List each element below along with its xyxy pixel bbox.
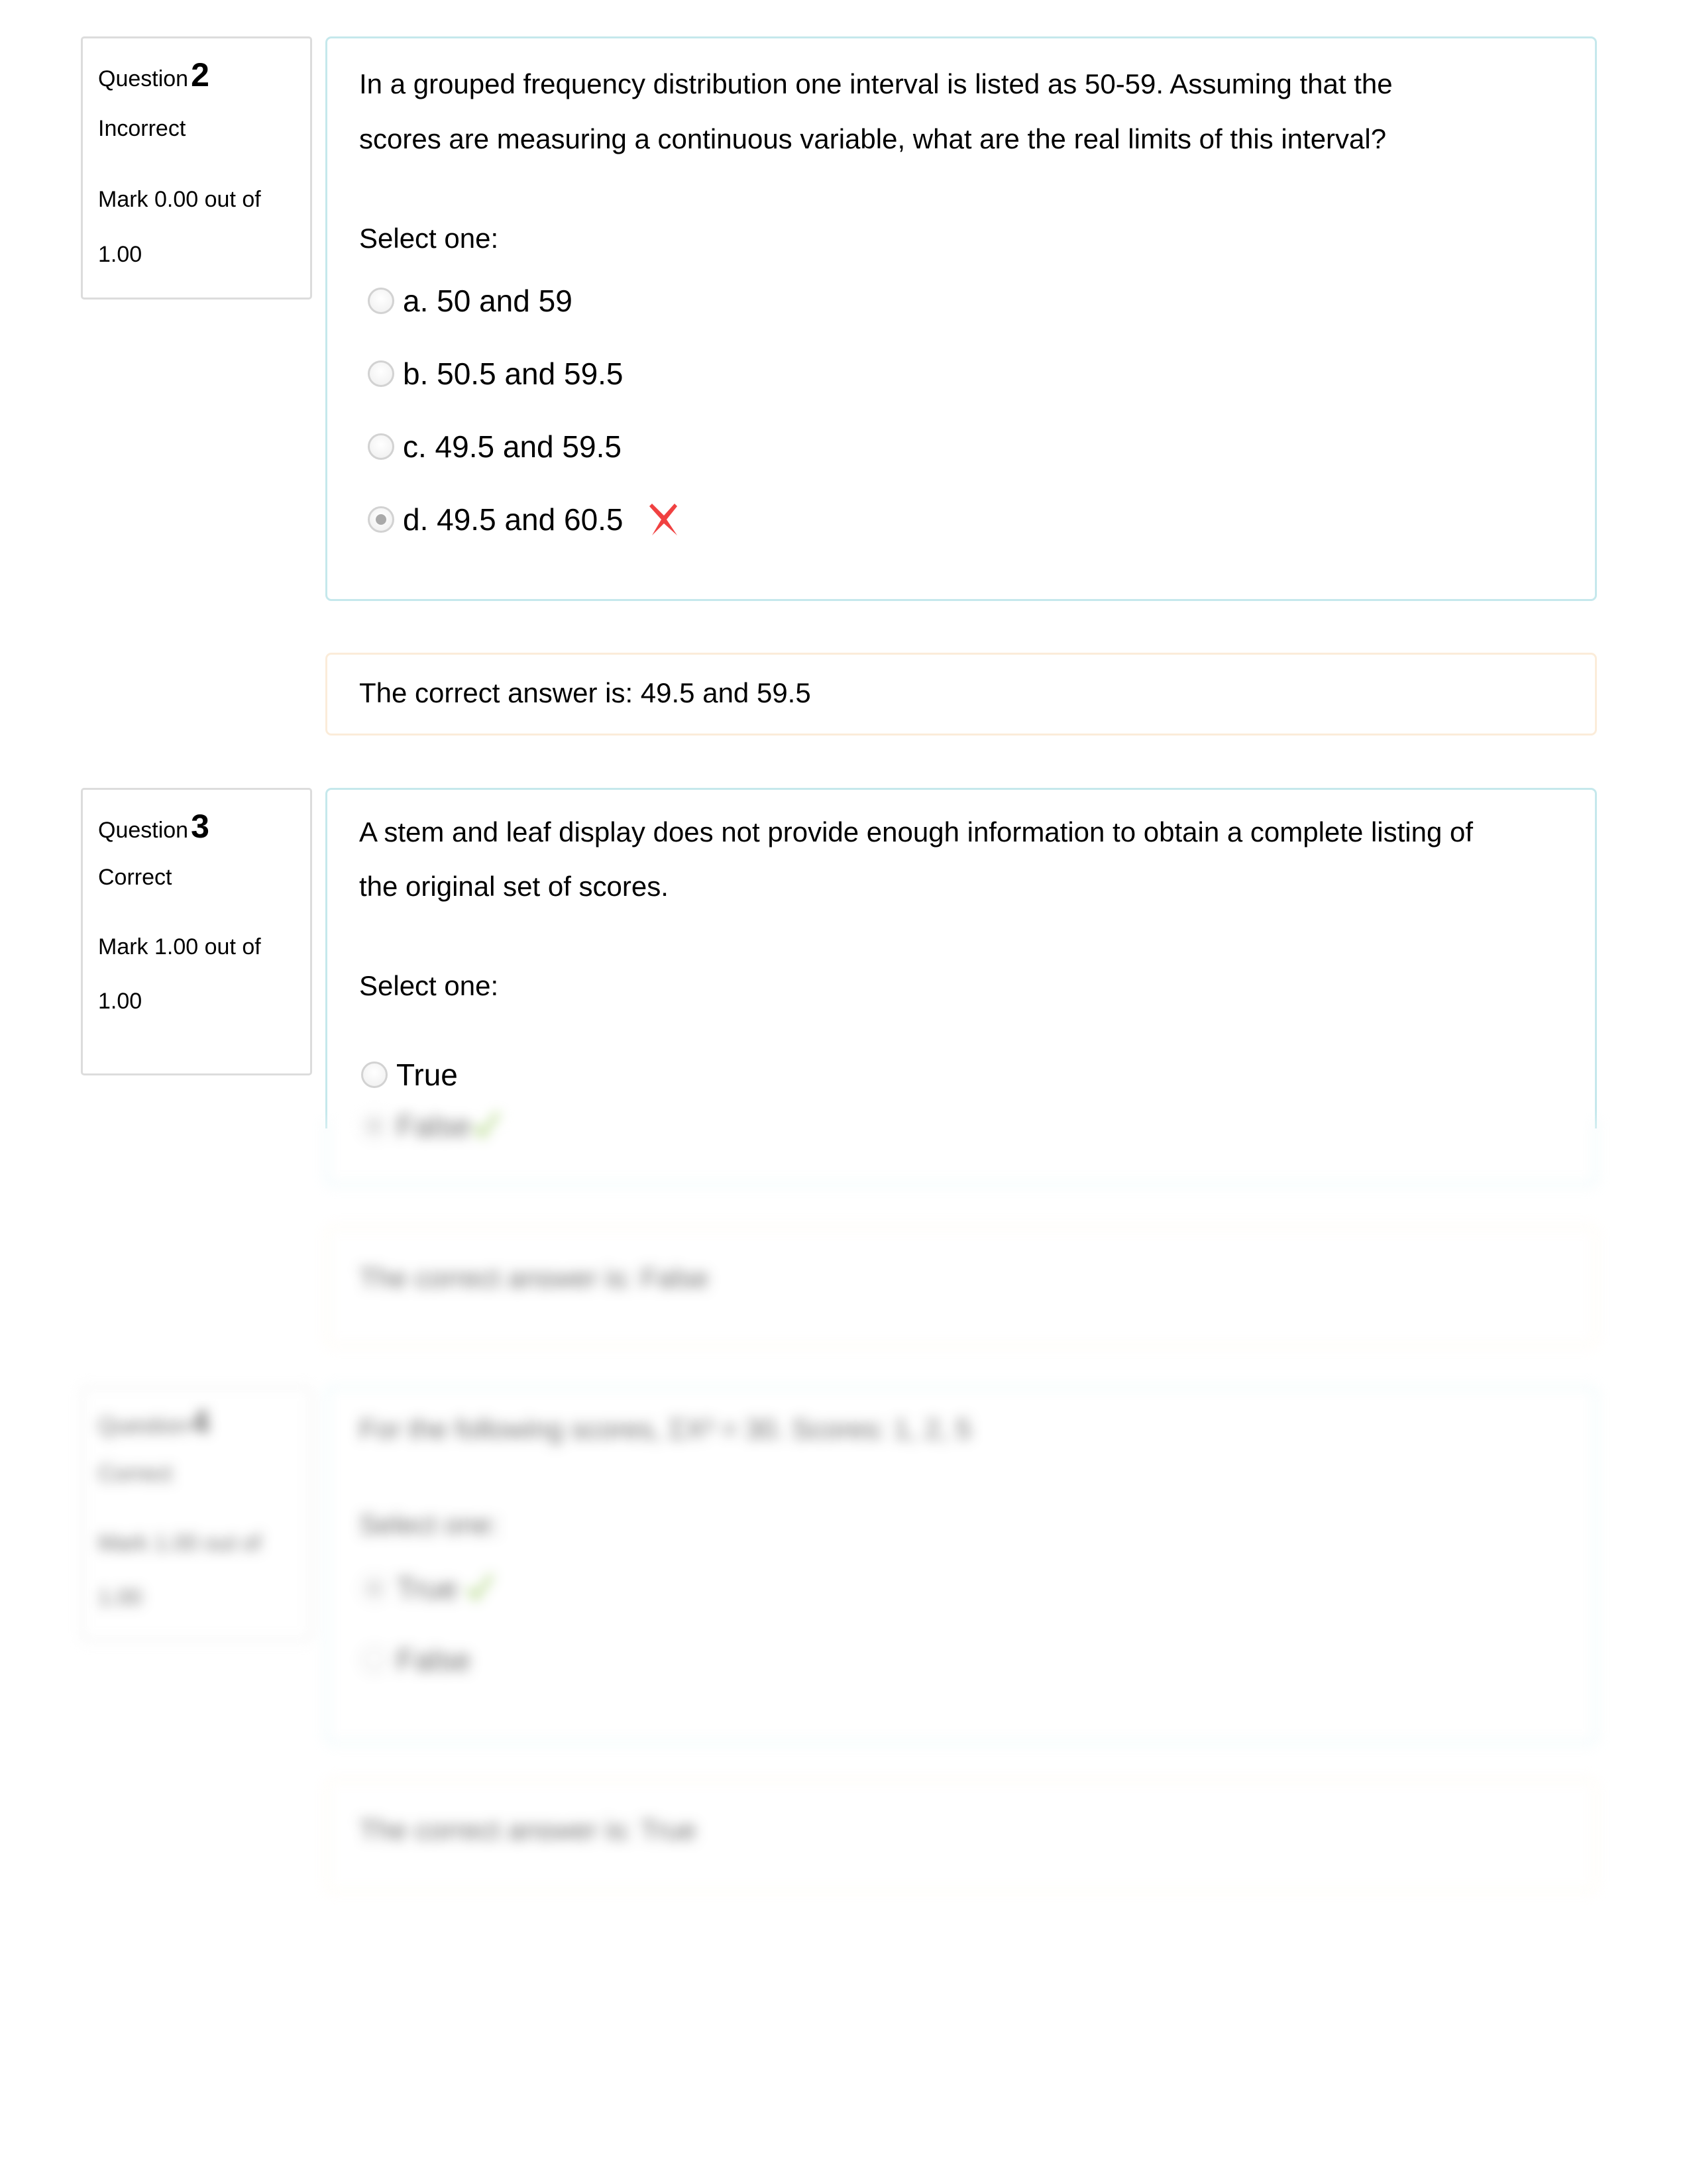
radio-button[interactable] [368,360,394,387]
question-mark: Mark 0.00 out of [98,187,261,212]
radio-button-selected[interactable] [368,506,394,533]
feedback-box: The correct answer is: 49.5 and 59.5 [325,653,1597,736]
question-number: 3 [191,808,209,845]
question-text-line: the original set of scores. [359,871,669,902]
question-mark: Mark 1.00 out of [98,934,261,959]
question-content-2: In a grouped frequency distribution one … [325,36,1597,601]
question-status: Correct [98,865,172,890]
select-one-prompt: Select one: [359,970,499,1001]
select-one-prompt: Select one: [359,223,499,254]
question-text-line: A stem and leaf display does not provide… [359,816,1474,847]
question-status: Incorrect [98,116,186,141]
incorrect-x-icon [649,504,677,535]
option-label: c. 49.5 and 59.5 [403,429,622,464]
radio-button[interactable] [361,1062,388,1088]
question-mark-max: 1.00 [98,989,142,1014]
question-text-line: In a grouped frequency distribution one … [359,68,1393,99]
question-info-2: Question2 Incorrect Mark 0.00 out of 1.0… [81,36,312,300]
question-number-label: Question2 [98,56,209,94]
question-number: 2 [191,56,209,93]
question-info-3: Question3 Correct Mark 1.00 out of 1.00 [81,788,312,1075]
correct-answer-text: The correct answer is: 49.5 and 59.5 [359,677,811,708]
question-mark-max: 1.00 [98,242,142,267]
option-label: b. 50.5 and 59.5 [403,356,624,391]
question-prefix: Question [98,66,189,91]
radio-button[interactable] [368,433,394,460]
question-content-3: A stem and leaf display does not provide… [325,788,1597,1185]
option-label: d. 49.5 and 60.5 [403,502,624,537]
fade-overlay [0,1128,1687,2184]
question-number-label: Question3 [98,807,209,846]
option-label: True [396,1058,458,1092]
radio-button[interactable] [368,288,394,314]
option-label: a. 50 and 59 [403,284,572,318]
question-prefix: Question [98,818,189,843]
question-text-line: scores are measuring a continuous variab… [359,123,1387,154]
